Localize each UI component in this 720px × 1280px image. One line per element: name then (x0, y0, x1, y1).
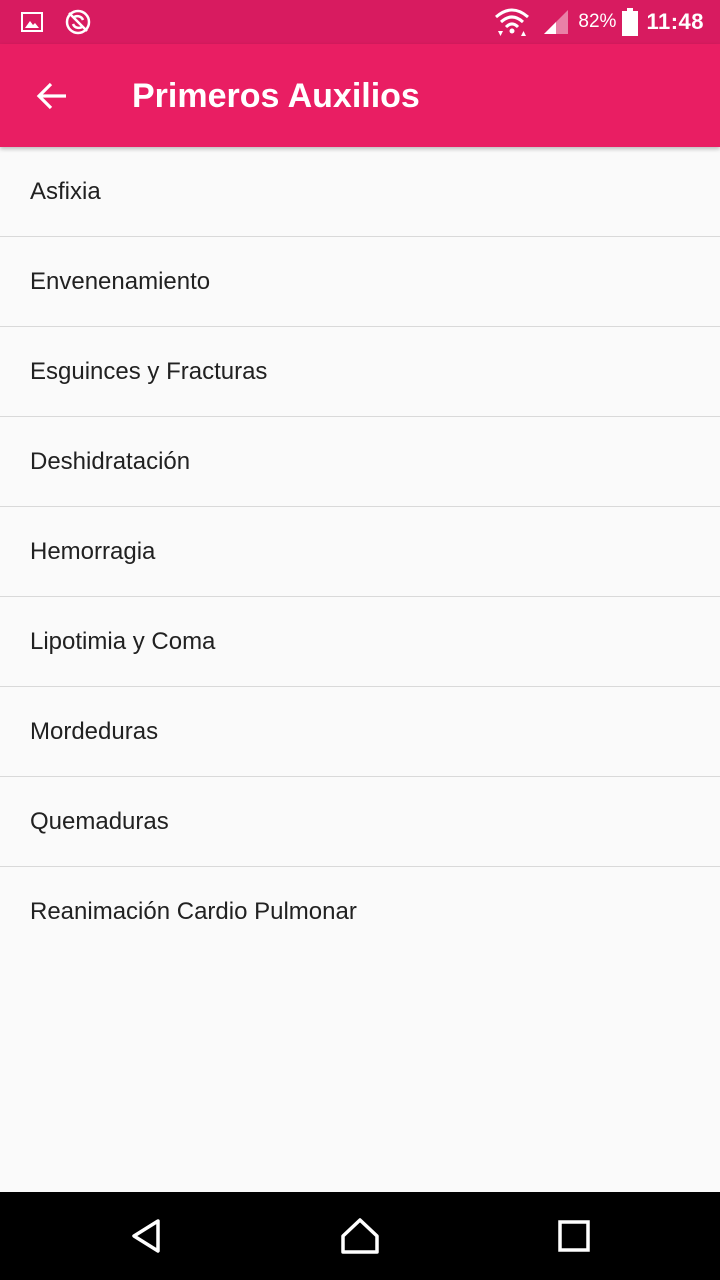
list-item-label: Deshidratación (30, 447, 191, 475)
image-icon (20, 10, 44, 34)
nav-recents-button[interactable] (544, 1206, 604, 1266)
status-bar: 82% 11:48 (0, 0, 720, 44)
list-item-envenenamiento[interactable]: Envenenamiento (0, 237, 720, 327)
nav-home-button[interactable] (330, 1206, 390, 1266)
list-item-label: Envenenamiento (30, 267, 211, 295)
list-item-hemorragia[interactable]: Hemorragia (0, 507, 720, 597)
nav-back-button[interactable] (116, 1206, 176, 1266)
list-item-label: Hemorragia (30, 537, 156, 565)
list-item-quemaduras[interactable]: Quemaduras (0, 777, 720, 867)
list-item-esguinces-y-fracturas[interactable]: Esguinces y Fracturas (0, 327, 720, 417)
list-item-mordeduras[interactable]: Mordeduras (0, 687, 720, 777)
list-item-label: Mordeduras (30, 717, 159, 745)
topic-list: Asfixia Envenenamiento Esguinces y Fract… (0, 147, 720, 956)
list-item-reanimacion-cardio-pulmonar[interactable]: Reanimación Cardio Pulmonar (0, 867, 720, 956)
back-triangle-icon (129, 1218, 163, 1254)
battery-icon (622, 8, 639, 36)
status-left-icons (20, 8, 92, 36)
battery-percentage: 82% (578, 11, 617, 32)
status-clock: 11:48 (646, 9, 704, 34)
list-item-label: Lipotimia y Coma (30, 627, 216, 655)
navigation-bar (0, 1192, 720, 1280)
list-item-label: Esguinces y Fracturas (30, 357, 268, 385)
arrow-back-icon (36, 80, 68, 112)
signal-icon (542, 8, 570, 36)
list-item-lipotimia-y-coma[interactable]: Lipotimia y Coma (0, 597, 720, 687)
screen: 82% 11:48 Primeros Auxilios Asfixia Enve… (0, 0, 720, 1280)
no-sync-icon (64, 8, 92, 36)
page-title: Primeros Auxilios (132, 77, 420, 115)
recents-icon (557, 1219, 591, 1253)
list-item-asfixia[interactable]: Asfixia (0, 147, 720, 237)
list-item-label: Asfixia (30, 177, 101, 205)
app-bar: Primeros Auxilios (0, 44, 720, 147)
status-right-icons: 82% 11:48 (494, 6, 704, 38)
list-item-deshidratacion[interactable]: Deshidratación (0, 417, 720, 507)
back-button[interactable] (22, 66, 82, 126)
list-item-label: Quemaduras (30, 807, 169, 835)
wifi-icon (494, 7, 530, 37)
home-icon (340, 1217, 380, 1255)
list-item-label: Reanimación Cardio Pulmonar (30, 897, 357, 925)
